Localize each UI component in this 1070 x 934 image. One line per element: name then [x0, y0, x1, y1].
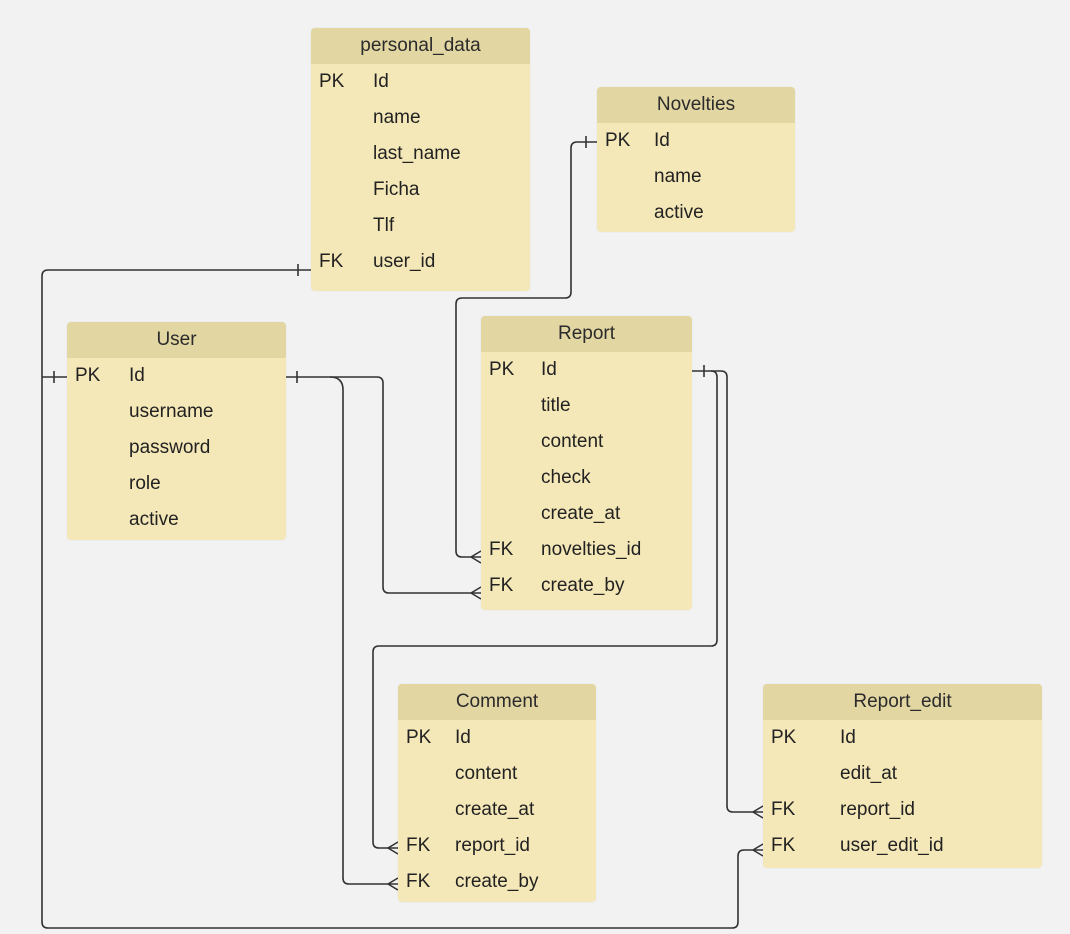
column-name: last_name [373, 143, 461, 164]
column-name: content [455, 763, 518, 784]
entity-title: Report [481, 316, 692, 352]
column-row: username [67, 394, 286, 430]
entity-comment[interactable]: Comment PK Id content create_at FK report_id F… [398, 684, 596, 902]
primary-key-marker: PK [605, 130, 631, 151]
column-name: create_by [541, 575, 625, 596]
foreign-key-marker: FK [406, 835, 431, 856]
column-name: edit_at [840, 763, 898, 784]
column-row: FK create_by [398, 864, 596, 900]
column-name: Id [654, 130, 670, 151]
column-name: active [654, 202, 704, 223]
column-name: Id [373, 71, 389, 92]
entity-user[interactable]: User PK Id username password role active [67, 322, 286, 540]
column-name: user_id [373, 251, 436, 272]
column-row: create_at [481, 496, 692, 532]
column-name: Ficha [373, 179, 420, 200]
column-row: create_at [398, 792, 596, 828]
column-row: content [398, 756, 596, 792]
column-row: FK user_id [311, 244, 530, 280]
entity-columns: PK Id title content check create_at FK noveltie… [481, 352, 692, 604]
primary-key-marker: PK [75, 365, 101, 386]
foreign-key-marker: FK [406, 871, 431, 892]
column-name: report_id [840, 799, 915, 820]
column-row: FK report_id [398, 828, 596, 864]
column-name: username [129, 401, 214, 422]
primary-key-marker: PK [771, 727, 797, 748]
column-name: check [541, 467, 591, 488]
entity-title: Comment [398, 684, 596, 720]
column-row: role [67, 466, 286, 502]
column-name: name [654, 166, 702, 187]
column-row: title [481, 388, 692, 424]
column-row: FK novelties_id [481, 532, 692, 568]
column-name: password [129, 437, 211, 458]
column-name: create_by [455, 871, 539, 892]
column-name: Id [129, 365, 145, 386]
primary-key-marker: PK [489, 359, 515, 380]
column-row: password [67, 430, 286, 466]
column-name: user_edit_id [840, 835, 944, 856]
primary-key-marker: PK [406, 727, 432, 748]
column-name: report_id [455, 835, 530, 856]
column-row: Tlf [311, 208, 530, 244]
column-row: PK Id [311, 64, 530, 100]
column-row: FK create_by [481, 568, 692, 604]
entity-title: User [67, 322, 286, 358]
column-row: active [67, 502, 286, 538]
entity-report[interactable]: Report PK Id title content check create_at FK n… [481, 316, 692, 610]
entity-title: personal_data [311, 28, 530, 64]
entity-report-edit[interactable]: Report_edit PK Id edit_at FK report_id FK user… [763, 684, 1042, 868]
column-name: active [129, 509, 179, 530]
column-name: Id [455, 727, 471, 748]
column-name: Tlf [373, 215, 395, 236]
column-row: active [597, 195, 795, 231]
column-row: name [311, 100, 530, 136]
column-row: PK Id [763, 720, 1042, 756]
er-diagram-canvas: personal_data PK Id name last_name Ficha Tlf F… [0, 0, 1070, 934]
entity-columns: PK Id username password role active [67, 358, 286, 538]
entity-columns: PK Id name last_name Ficha Tlf FK user_id [311, 64, 530, 280]
line-report-report-edit [711, 370, 763, 813]
column-row: PK Id [398, 720, 596, 756]
entity-columns: PK Id name active [597, 123, 795, 231]
column-row: name [597, 159, 795, 195]
entity-personal-data[interactable]: personal_data PK Id name last_name Ficha Tlf F… [311, 28, 530, 291]
column-row: PK Id [597, 123, 795, 159]
entity-title: Novelties [597, 87, 795, 123]
column-name: title [541, 395, 571, 416]
column-name: Id [541, 359, 557, 380]
foreign-key-marker: FK [771, 799, 796, 820]
entity-columns: PK Id edit_at FK report_id FK user_edit_id [763, 720, 1042, 864]
column-row: PK Id [67, 358, 286, 394]
column-row: edit_at [763, 756, 1042, 792]
column-row: content [481, 424, 692, 460]
column-name: novelties_id [541, 539, 642, 560]
column-row: Ficha [311, 172, 530, 208]
column-name: name [373, 107, 421, 128]
column-row: last_name [311, 136, 530, 172]
column-name: role [129, 473, 161, 494]
line-user-comment [329, 376, 398, 885]
foreign-key-marker: FK [771, 835, 796, 856]
foreign-key-marker: FK [489, 539, 514, 560]
column-name: create_at [541, 503, 621, 524]
primary-key-marker: PK [319, 71, 345, 92]
column-name: Id [840, 727, 856, 748]
line-user-report-create-by [286, 376, 481, 594]
column-row: FK user_edit_id [763, 828, 1042, 864]
column-name: content [541, 431, 604, 452]
column-row: check [481, 460, 692, 496]
foreign-key-marker: FK [489, 575, 514, 596]
entity-title: Report_edit [763, 684, 1042, 720]
foreign-key-marker: FK [319, 251, 344, 272]
entity-columns: PK Id content create_at FK report_id FK create_… [398, 720, 596, 900]
column-name: create_at [455, 799, 535, 820]
column-row: PK Id [481, 352, 692, 388]
column-row: FK report_id [763, 792, 1042, 828]
entity-novelties[interactable]: Novelties PK Id name active [597, 87, 795, 232]
